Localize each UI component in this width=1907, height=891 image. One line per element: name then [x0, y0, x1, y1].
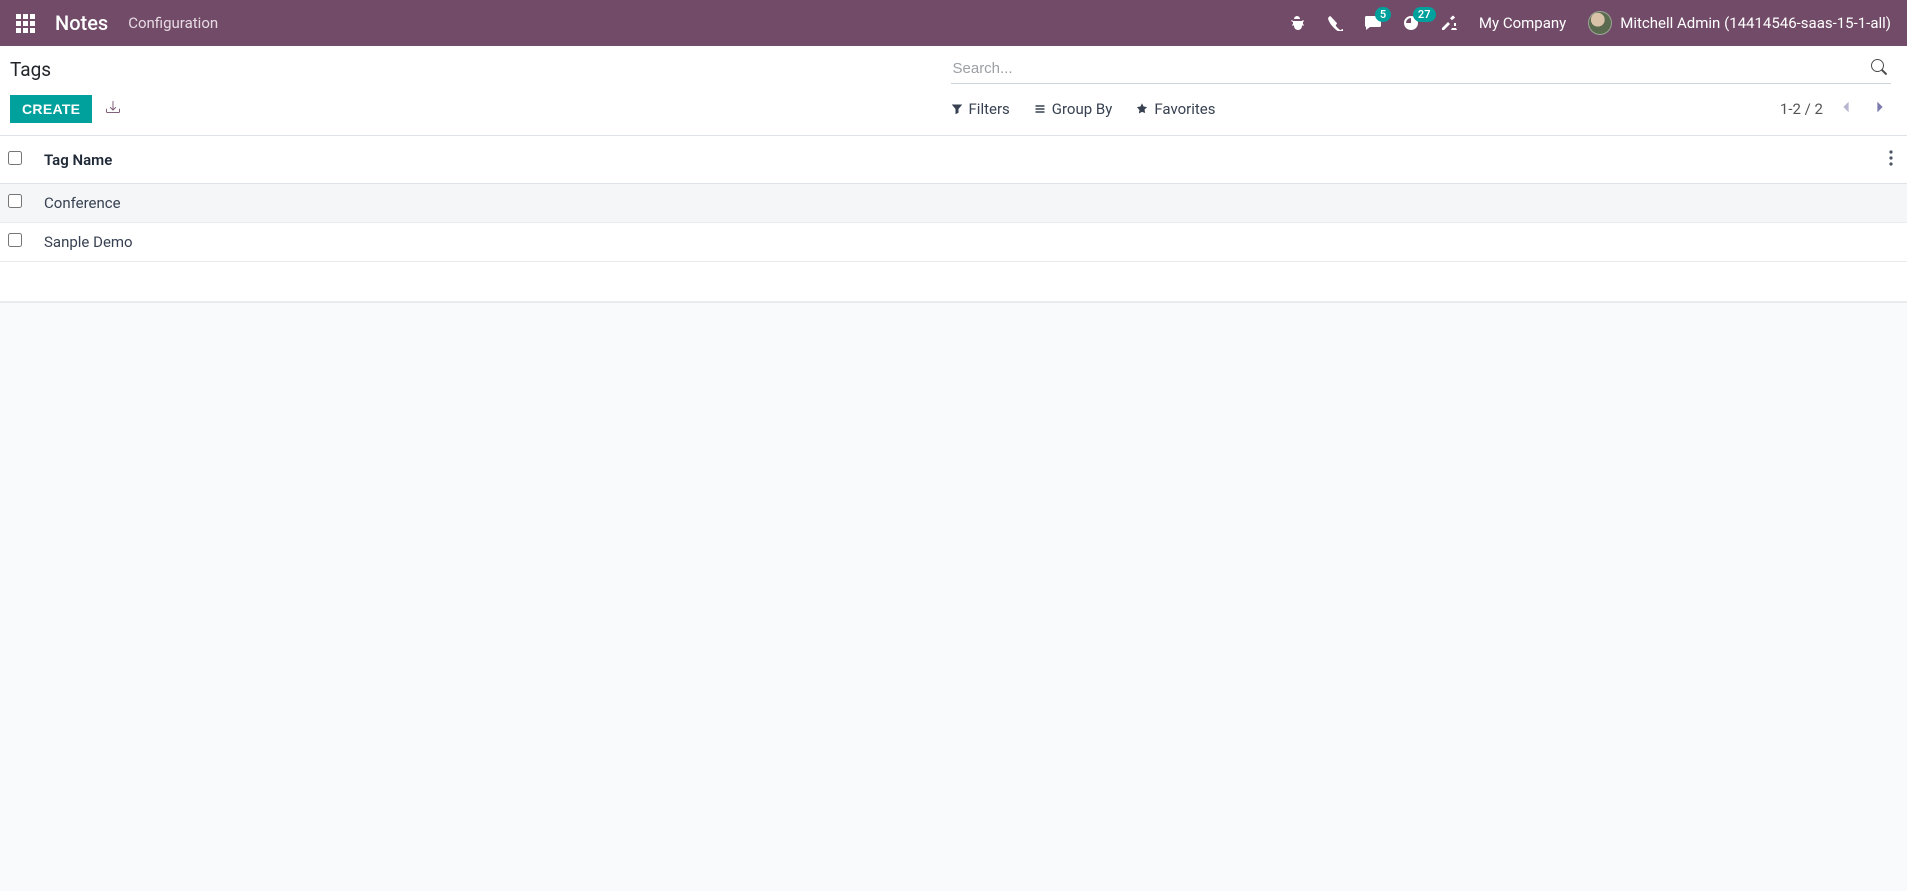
search-button[interactable]	[1867, 55, 1891, 82]
tools-icon[interactable]	[1441, 15, 1457, 31]
pager-prev[interactable]	[1835, 96, 1857, 121]
row-checkbox[interactable]	[8, 233, 22, 247]
search-input[interactable]	[951, 54, 1868, 83]
favorites-menu[interactable]: Favorites	[1136, 100, 1215, 118]
messages-badge: 5	[1375, 7, 1391, 22]
navbar-right: 5 27 My Company Mitchell Admin (14414546…	[1289, 11, 1891, 35]
table-footer-row	[0, 262, 1907, 302]
pager: 1-2 / 2	[1780, 96, 1891, 121]
list-view: Tag Name Conference Sanple Demo	[0, 136, 1907, 302]
table-row[interactable]: Conference	[0, 184, 1907, 223]
list-icon	[1034, 103, 1046, 115]
filter-icon	[951, 103, 963, 115]
chevron-left-icon	[1839, 100, 1853, 114]
page-title: Tags	[10, 58, 51, 81]
row-checkbox[interactable]	[8, 194, 22, 208]
avatar	[1588, 11, 1612, 35]
tags-table: Tag Name Conference Sanple Demo	[0, 136, 1907, 302]
star-icon	[1136, 103, 1148, 115]
pager-value[interactable]: 1-2 / 2	[1780, 100, 1823, 118]
search-bar	[951, 54, 1892, 84]
create-button[interactable]: CREATE	[10, 95, 92, 123]
empty-area	[0, 302, 1907, 702]
nav-configuration[interactable]: Configuration	[128, 14, 218, 32]
filters-menu[interactable]: Filters	[951, 100, 1010, 118]
groupby-label: Group By	[1052, 100, 1113, 118]
optional-columns-button[interactable]	[1885, 146, 1897, 173]
messages-icon[interactable]: 5	[1365, 15, 1381, 31]
pager-next[interactable]	[1869, 96, 1891, 121]
favorites-label: Favorites	[1154, 100, 1215, 118]
select-all-checkbox[interactable]	[8, 151, 22, 165]
control-panel: Tags CREATE Filters	[0, 46, 1907, 136]
phone-icon[interactable]	[1327, 15, 1343, 31]
export-button[interactable]	[98, 94, 128, 123]
app-brand[interactable]: Notes	[55, 11, 108, 35]
cell-tag-name: Conference	[36, 184, 1877, 223]
search-icon	[1871, 59, 1887, 75]
activities-badge: 27	[1413, 7, 1436, 22]
filters-label: Filters	[969, 100, 1010, 118]
chevron-right-icon	[1873, 100, 1887, 114]
download-icon	[106, 100, 120, 114]
table-row[interactable]: Sanple Demo	[0, 223, 1907, 262]
table-header-row: Tag Name	[0, 136, 1907, 184]
activities-icon[interactable]: 27	[1403, 15, 1419, 31]
navbar-left: Notes Configuration	[16, 11, 218, 35]
navbar: Notes Configuration 5 27 My Company Mitc…	[0, 0, 1907, 46]
apps-icon[interactable]	[16, 14, 35, 33]
company-selector[interactable]: My Company	[1479, 14, 1566, 32]
user-menu[interactable]: Mitchell Admin (14414546-saas-15-1-all)	[1588, 11, 1891, 35]
kebab-icon	[1889, 150, 1893, 166]
col-tag-name[interactable]: Tag Name	[36, 136, 1877, 184]
groupby-menu[interactable]: Group By	[1034, 100, 1113, 118]
cell-tag-name: Sanple Demo	[36, 223, 1877, 262]
search-options: Filters Group By Favorites	[951, 100, 1216, 118]
debug-icon[interactable]	[1289, 15, 1305, 31]
user-name: Mitchell Admin (14414546-saas-15-1-all)	[1620, 14, 1891, 32]
